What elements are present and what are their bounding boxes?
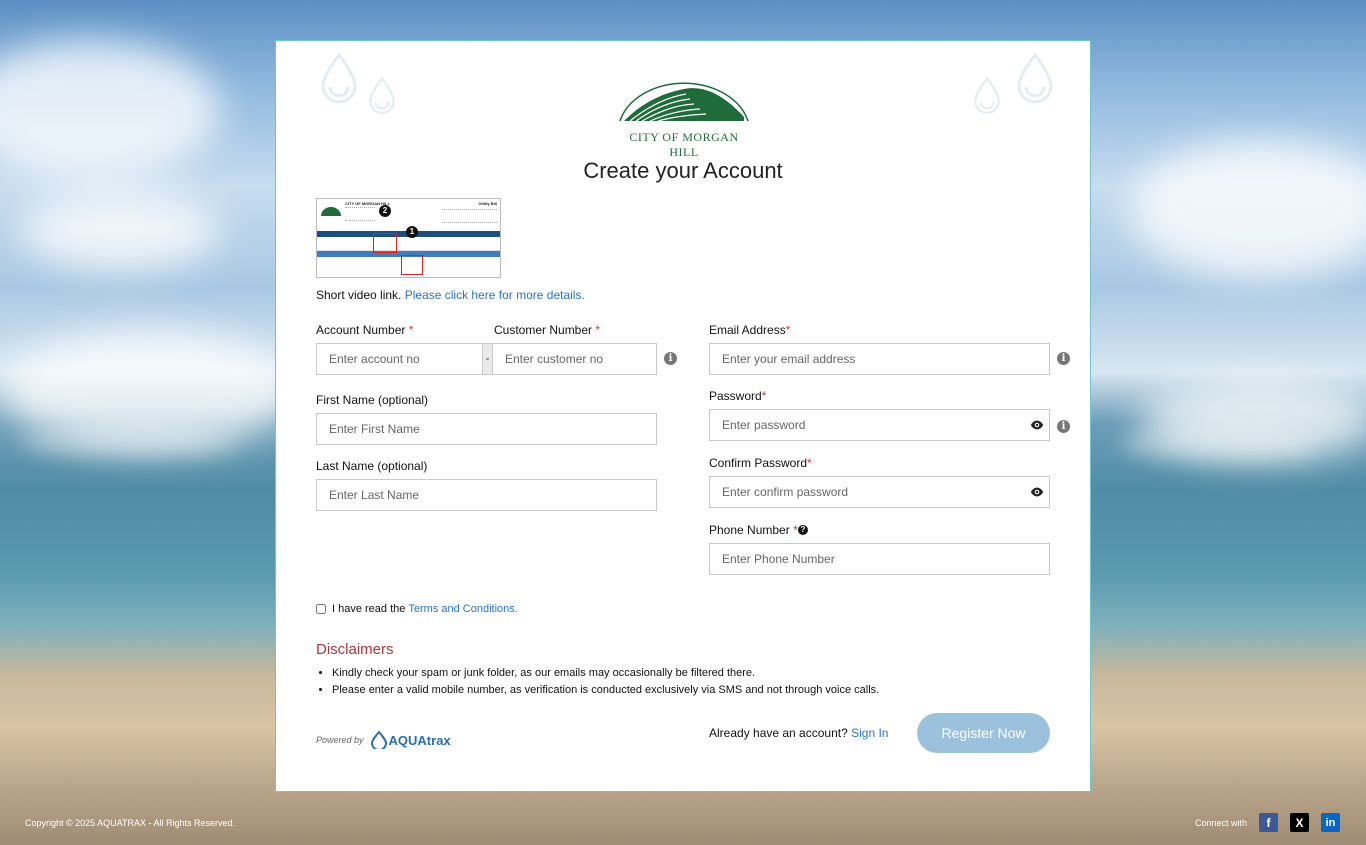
terms-text: I have read the: [332, 603, 406, 615]
water-drop-icon: [369, 77, 395, 114]
password-input[interactable]: [709, 409, 1050, 441]
logo-text: CITY OF MORGAN HILL: [629, 130, 739, 159]
terms-checkbox[interactable]: [316, 604, 326, 614]
bill-badge: Utility Bill: [478, 201, 497, 206]
register-button[interactable]: Register Now: [917, 713, 1050, 753]
email-label: Email Address*: [709, 323, 791, 337]
powered-by: Powered by AQUAtrax: [316, 731, 451, 749]
x-icon[interactable]: X: [1290, 813, 1309, 832]
info-icon[interactable]: i: [664, 352, 677, 365]
register-card: CITY OF MORGAN HILL Create your Account …: [275, 40, 1091, 792]
water-drop-icon: [321, 53, 357, 104]
aquatrax-brand: AQUAtrax: [388, 732, 451, 748]
disclaimers-list: Kindly check your spam or junk folder, a…: [332, 667, 879, 701]
signin-row: Already have an account? Sign In: [709, 726, 888, 740]
eye-icon[interactable]: [1030, 418, 1044, 432]
terms-link[interactable]: Terms and Conditions.: [408, 603, 517, 615]
short-video-row: Short video link. Please click here for …: [316, 288, 585, 302]
eye-icon[interactable]: [1030, 485, 1044, 499]
city-logo: CITY OF MORGAN HILL: [614, 71, 754, 159]
linkedin-icon[interactable]: in: [1321, 813, 1340, 832]
password-label: Password*: [709, 389, 767, 403]
aquatrax-logo: AQUAtrax: [370, 731, 451, 749]
phone-label: Phone Number *: [709, 523, 798, 537]
disclaimers-title: Disclaimers: [316, 641, 394, 658]
phone-input[interactable]: [709, 543, 1050, 575]
powered-by-text: Powered by: [316, 735, 364, 745]
connect-label: Connect with: [1194, 817, 1247, 828]
last-name-input[interactable]: [316, 479, 657, 511]
details-link[interactable]: Please click here for more details.: [405, 288, 585, 302]
bill-marker-one: 1: [406, 226, 418, 238]
info-icon[interactable]: i: [1057, 352, 1070, 365]
bill-logo-icon: [321, 207, 341, 216]
account-number-input[interactable]: [316, 343, 483, 375]
disclaimer-item: Kindly check your spam or junk folder, a…: [332, 667, 879, 679]
water-drop-icon: [370, 731, 387, 749]
customer-number-label: Customer Number *: [494, 323, 601, 337]
email-input[interactable]: [709, 343, 1050, 375]
confirm-password-input[interactable]: [709, 476, 1050, 508]
social-links: Connect with f X in: [1195, 813, 1340, 832]
bill-sample-image[interactable]: CITY OF MORGAN HILL Utility Bill 2 1: [316, 198, 501, 278]
water-drop-icon: [974, 77, 1000, 114]
last-name-label: Last Name (optional): [316, 459, 428, 473]
info-icon[interactable]: i: [1057, 420, 1070, 433]
copyright: Copyright © 2025 AQUATRAX - All Rights R…: [25, 818, 236, 828]
facebook-icon[interactable]: f: [1259, 813, 1278, 832]
account-customer-separator: -: [483, 343, 492, 375]
signin-text: Already have an account?: [709, 726, 848, 740]
bill-marker-two: 2: [379, 205, 391, 217]
first-name-label: First Name (optional): [316, 393, 429, 407]
page-title: Create your Account: [583, 158, 783, 183]
water-drop-icon: [1017, 53, 1053, 104]
short-video-text: Short video link.: [316, 288, 402, 302]
terms-row: I have read the Terms and Conditions.: [316, 603, 518, 615]
confirm-password-label: Confirm Password*: [709, 456, 812, 470]
signin-link[interactable]: Sign In: [851, 726, 888, 740]
hills-logo-icon: [619, 82, 749, 122]
disclaimer-item: Please enter a valid mobile number, as v…: [332, 684, 879, 696]
account-number-label: Account Number *: [316, 323, 414, 337]
help-icon[interactable]: ?: [798, 525, 808, 535]
customer-number-input[interactable]: [492, 343, 657, 375]
first-name-input[interactable]: [316, 413, 657, 445]
